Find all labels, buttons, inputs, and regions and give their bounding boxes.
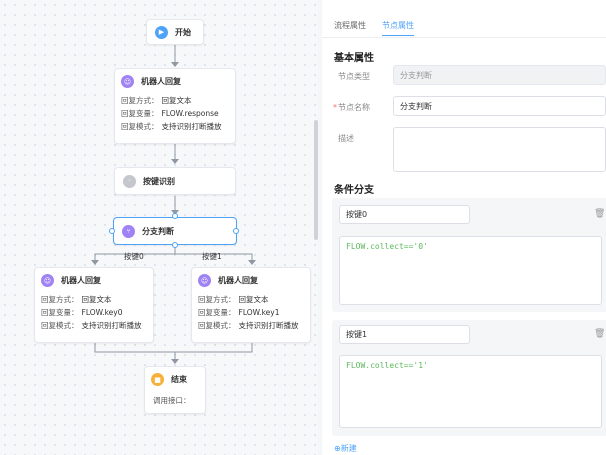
keypad-icon: ◦ bbox=[123, 174, 136, 188]
reply-right-row-mode: 回复方式： 回复文本 bbox=[198, 295, 269, 304]
required-mark: * bbox=[333, 103, 337, 112]
reply-left-row-playmode: 回复模式： 支持识别打断播放 bbox=[41, 321, 142, 330]
stop-icon: ■ bbox=[151, 373, 164, 386]
branch-port-left[interactable] bbox=[109, 228, 115, 234]
add-condition-button[interactable]: ⊕新建 bbox=[334, 443, 357, 454]
robot-reply-left-title: 机器人回复 bbox=[61, 276, 101, 285]
canvas-scrollbar[interactable] bbox=[314, 120, 318, 240]
flow-canvas[interactable]: ▶ 开始 ☺ 机器人回复 回复方式： 回复文本 回复变量： FLOW.respons… bbox=[0, 0, 318, 455]
branch-node-label: 分支判断 bbox=[142, 226, 174, 236]
basic-properties-title: 基本属性 bbox=[334, 53, 374, 64]
key-recognition-label: 按键识别 bbox=[143, 176, 175, 186]
start-node[interactable]: ▶ 开始 bbox=[146, 19, 204, 45]
branch-node[interactable]: ⑂ 分支判断 bbox=[113, 217, 237, 245]
arrow-key bbox=[171, 159, 179, 164]
robot-reply-title: 机器人回复 bbox=[141, 77, 181, 86]
robot-reply-right-title: 机器人回复 bbox=[218, 276, 258, 285]
properties-panel: 流程属性 节点属性 基本属性 节点类型 分支判断 *节点名称 分支判断 描述 条… bbox=[322, 0, 606, 455]
robot-reply-node[interactable]: ☺ 机器人回复 回复方式： 回复文本 回复变量： FLOW.response 回复模… bbox=[114, 68, 236, 144]
robot-reply-right-node[interactable]: ☺ 机器人回复 回复方式： 回复文本 回复变量： FLOW.key1 回复模式： 支持… bbox=[191, 267, 311, 343]
arrow-left bbox=[91, 260, 99, 265]
edge-left-merge bbox=[94, 343, 253, 353]
reply-left-row-mode: 回复方式： 回复文本 bbox=[41, 295, 112, 304]
robot-icon: ☺ bbox=[121, 75, 134, 88]
reply-row-mode: 回复方式： 回复文本 bbox=[121, 96, 192, 105]
node-name-label: *节点名称 bbox=[333, 103, 370, 112]
end-node[interactable]: ■ 结束 调用接口： bbox=[144, 366, 206, 414]
panel-tabs: 流程属性 节点属性 bbox=[334, 20, 414, 36]
condition-1-name-input[interactable]: 按键1 bbox=[339, 325, 470, 344]
tab-node-properties[interactable]: 节点属性 bbox=[382, 20, 414, 36]
trash-icon[interactable]: 🗑 bbox=[594, 329, 605, 339]
node-name-input[interactable]: 分支判断 bbox=[393, 96, 606, 116]
play-icon: ▶ bbox=[155, 25, 168, 39]
description-textarea[interactable] bbox=[393, 127, 606, 172]
reply-row-playmode: 回复模式： 支持识别打断播放 bbox=[121, 122, 222, 131]
branch-port-right[interactable] bbox=[233, 228, 239, 234]
reply-row-var: 回复变量： FLOW.response bbox=[121, 109, 219, 118]
trash-icon[interactable]: 🗑 bbox=[594, 209, 605, 219]
condition-0-name-input[interactable]: 按键0 bbox=[339, 205, 470, 224]
description-label: 描述 bbox=[338, 134, 354, 143]
arrow-end bbox=[171, 359, 179, 364]
robot-icon: ☺ bbox=[41, 274, 54, 287]
reply-left-row-var: 回复变量： FLOW.key0 bbox=[41, 308, 123, 317]
branch-icon: ⑂ bbox=[122, 224, 135, 238]
key-recognition-node[interactable]: ◦ 按键识别 bbox=[114, 167, 236, 195]
reply-right-row-var: 回复变量： FLOW.key1 bbox=[198, 308, 280, 317]
robot-icon: ☺ bbox=[198, 274, 211, 287]
condition-1-expression[interactable]: FLOW.collect=='1' bbox=[339, 355, 602, 428]
end-node-sub: 调用接口： bbox=[153, 396, 191, 405]
start-node-label: 开始 bbox=[175, 27, 191, 37]
robot-reply-left-node[interactable]: ☺ 机器人回复 回复方式： 回复文本 回复变量： FLOW.key0 回复模式： 支持… bbox=[34, 267, 154, 343]
branch-right-label: 按键1 bbox=[202, 252, 222, 261]
condition-branch-title: 条件分支 bbox=[334, 185, 374, 196]
tab-flow-properties[interactable]: 流程属性 bbox=[334, 20, 366, 36]
reply-right-row-playmode: 回复模式： 支持识别打断播放 bbox=[198, 321, 299, 330]
tab-divider bbox=[322, 37, 606, 38]
arrow-right bbox=[248, 260, 256, 265]
node-type-field: 分支判断 bbox=[393, 65, 606, 85]
condition-0-expression[interactable]: FLOW.collect=='0' bbox=[339, 236, 602, 305]
branch-port-bottom[interactable] bbox=[172, 242, 178, 248]
arrow-reply bbox=[171, 62, 179, 67]
node-type-label: 节点类型 bbox=[338, 72, 370, 81]
branch-left-label: 按键0 bbox=[124, 252, 144, 261]
end-node-label: 结束 bbox=[171, 375, 187, 384]
branch-port-top[interactable] bbox=[172, 213, 178, 219]
